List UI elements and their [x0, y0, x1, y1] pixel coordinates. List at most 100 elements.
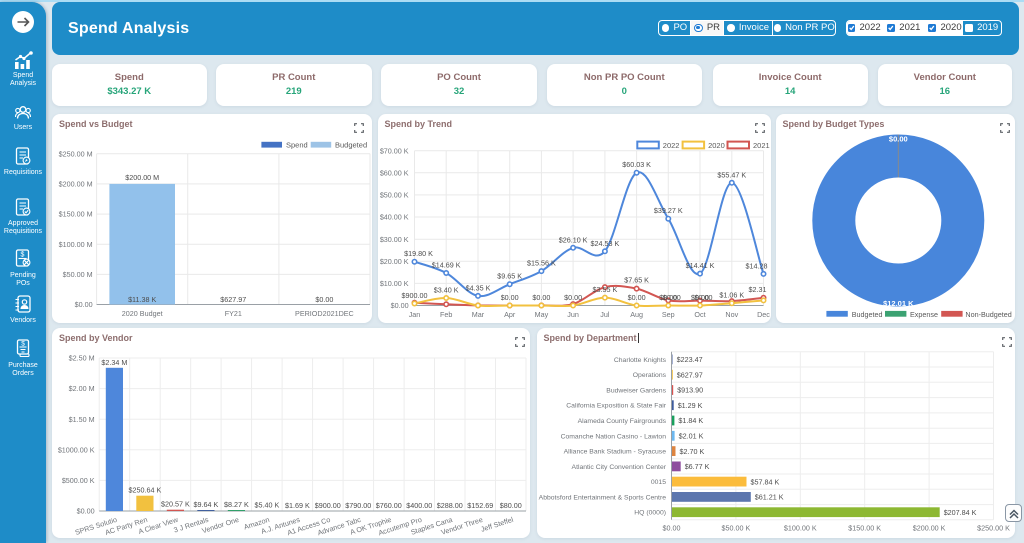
svg-text:$790.00: $790.00 [345, 501, 371, 510]
svg-text:Jeff Steffel: Jeff Steffel [480, 514, 515, 533]
svg-text:$60.03 K: $60.03 K [622, 160, 651, 169]
svg-text:$: $ [21, 252, 25, 259]
svg-text:$20.00 K: $20.00 K [379, 256, 408, 265]
svg-text:2021: 2021 [753, 141, 770, 150]
svg-text:Oct: Oct [694, 310, 705, 319]
svg-text:Atlantic City Convention Cente: Atlantic City Convention Center [571, 463, 666, 470]
svg-text:$200.00 M: $200.00 M [59, 179, 93, 188]
svg-text:Spend: Spend [286, 140, 308, 149]
svg-text:Non-Budgeted: Non-Budgeted [965, 309, 1011, 318]
svg-text:2020: 2020 [708, 141, 725, 150]
svg-text:$207.84 K: $207.84 K [943, 507, 976, 516]
svg-text:Dec: Dec [757, 310, 770, 319]
svg-text:$3.55 K: $3.55 K [592, 285, 617, 294]
svg-text:$0.00: $0.00 [315, 295, 333, 304]
svg-text:HQ (0000): HQ (0000) [634, 509, 666, 516]
svg-text:$14.69 K: $14.69 K [431, 260, 460, 269]
svg-text:2022: 2022 [662, 141, 679, 150]
svg-text:PERIOD2021DEC: PERIOD2021DEC [295, 309, 354, 318]
svg-text:$1.50 M: $1.50 M [69, 414, 95, 423]
svg-text:$100.00 K: $100.00 K [783, 523, 816, 532]
svg-text:$1.69 K: $1.69 K [285, 500, 310, 509]
svg-text:Apr: Apr [504, 310, 516, 319]
svg-text:$19.80 K: $19.80 K [404, 249, 433, 258]
svg-text:$5.40 K: $5.40 K [255, 500, 280, 509]
svg-text:Charlotte Knights: Charlotte Knights [613, 356, 666, 363]
svg-text:Alliance Bank Stadium - Syracu: Alliance Bank Stadium - Syracuse [563, 448, 666, 455]
svg-text:$0.00: $0.00 [888, 134, 907, 143]
svg-text:$24.53 K: $24.53 K [590, 238, 619, 247]
svg-text:Mar: Mar [471, 310, 484, 319]
svg-text:$12.01 K: $12.01 K [883, 298, 914, 307]
svg-text:$11.38 K: $11.38 K [128, 295, 156, 304]
svg-text:Jun: Jun [567, 310, 579, 319]
svg-text:$900.00: $900.00 [315, 500, 341, 509]
svg-text:$3.40 K: $3.40 K [433, 285, 458, 294]
svg-text:$1000.00 K: $1000.00 K [58, 445, 95, 454]
svg-text:$26.10 K: $26.10 K [558, 235, 587, 244]
svg-text:$9.65 K: $9.65 K [497, 271, 522, 280]
svg-text:$30.00 K: $30.00 K [379, 234, 408, 243]
svg-text:$400.00: $400.00 [406, 501, 432, 510]
svg-text:$900.00: $900.00 [401, 291, 427, 300]
svg-text:$250.00 K: $250.00 K [977, 523, 1010, 532]
svg-text:$0.00: $0.00 [77, 506, 95, 515]
svg-text:Feb: Feb [440, 310, 452, 319]
svg-text:$500.00 K: $500.00 K [62, 476, 95, 485]
svg-text:$40.00 K: $40.00 K [379, 212, 408, 221]
svg-text:$200.00 M: $200.00 M [125, 173, 159, 182]
svg-text:$250.00 M: $250.00 M [59, 149, 93, 158]
svg-text:0015: 0015 [650, 479, 665, 486]
svg-text:Budgeted: Budgeted [851, 309, 882, 318]
svg-text:$2.01 K: $2.01 K [678, 431, 703, 440]
svg-text:$50.00 K: $50.00 K [721, 523, 750, 532]
svg-text:Jan: Jan [408, 310, 420, 319]
svg-text:$1.29 K: $1.29 K [677, 400, 702, 409]
svg-text:$0.00: $0.00 [627, 293, 645, 302]
svg-text:$0.00: $0.00 [662, 523, 680, 532]
svg-text:$760.00: $760.00 [376, 501, 402, 510]
svg-text:$150.00 M: $150.00 M [59, 209, 93, 218]
svg-text:2020 Budget: 2020 Budget [122, 309, 163, 318]
svg-text:$100.00 M: $100.00 M [59, 239, 93, 248]
svg-text:Operations: Operations [632, 372, 666, 379]
svg-text:$15.56 K: $15.56 K [527, 258, 556, 267]
svg-text:$0.00: $0.00 [694, 293, 712, 302]
svg-text:$61.21 K: $61.21 K [754, 492, 783, 501]
svg-text:$57.84 K: $57.84 K [750, 477, 779, 486]
svg-text:$2.31: $2.31 [748, 284, 766, 293]
svg-text:$10.00 K: $10.00 K [379, 279, 408, 288]
svg-text:$14.41 K: $14.41 K [685, 261, 714, 270]
svg-text:Comanche Nation Casino - Lawto: Comanche Nation Casino - Lawton [560, 433, 666, 440]
svg-text:$152.69: $152.69 [467, 501, 493, 510]
svg-text:$0.00: $0.00 [564, 293, 582, 302]
svg-text:$80.00: $80.00 [500, 501, 522, 510]
svg-text:$200.00 K: $200.00 K [912, 523, 945, 532]
svg-text:$250.64 K: $250.64 K [129, 485, 162, 494]
svg-text:Jul: Jul [600, 310, 610, 319]
svg-text:$14.28: $14.28 [745, 261, 767, 270]
svg-text:$20.57 K: $20.57 K [161, 499, 190, 508]
svg-text:FY21: FY21 [225, 309, 242, 318]
svg-text:$0.00: $0.00 [75, 300, 93, 309]
svg-text:$39.27 K: $39.27 K [653, 206, 682, 215]
svg-text:$50.00 M: $50.00 M [63, 270, 93, 279]
svg-text:$288.00: $288.00 [437, 501, 463, 510]
svg-text:$150.00 K: $150.00 K [848, 523, 881, 532]
svg-text:Aug: Aug [630, 310, 643, 319]
svg-text:$223.47: $223.47 [676, 355, 702, 364]
svg-text:$70.00 K: $70.00 K [379, 146, 408, 155]
svg-text:$0.00: $0.00 [662, 293, 680, 302]
svg-text:$60.00 K: $60.00 K [379, 168, 408, 177]
svg-text:Sep: Sep [661, 310, 674, 319]
svg-text:$627.97: $627.97 [676, 370, 702, 379]
svg-text:Abbotsford Entertainment & Spo: Abbotsford Entertainment & Sports Centre [538, 494, 666, 501]
svg-text:$55.47 K: $55.47 K [717, 170, 746, 179]
svg-text:Budweiser Gardens: Budweiser Gardens [606, 387, 666, 394]
svg-text:$9.64 K: $9.64 K [194, 500, 219, 509]
svg-text:$1.06 K: $1.06 K [719, 290, 744, 299]
svg-text:$2.70 K: $2.70 K [679, 446, 704, 455]
svg-text:$1.84 K: $1.84 K [678, 416, 703, 425]
svg-text:$2.50 M: $2.50 M [69, 353, 95, 362]
svg-text:$6.77 K: $6.77 K [684, 462, 709, 471]
